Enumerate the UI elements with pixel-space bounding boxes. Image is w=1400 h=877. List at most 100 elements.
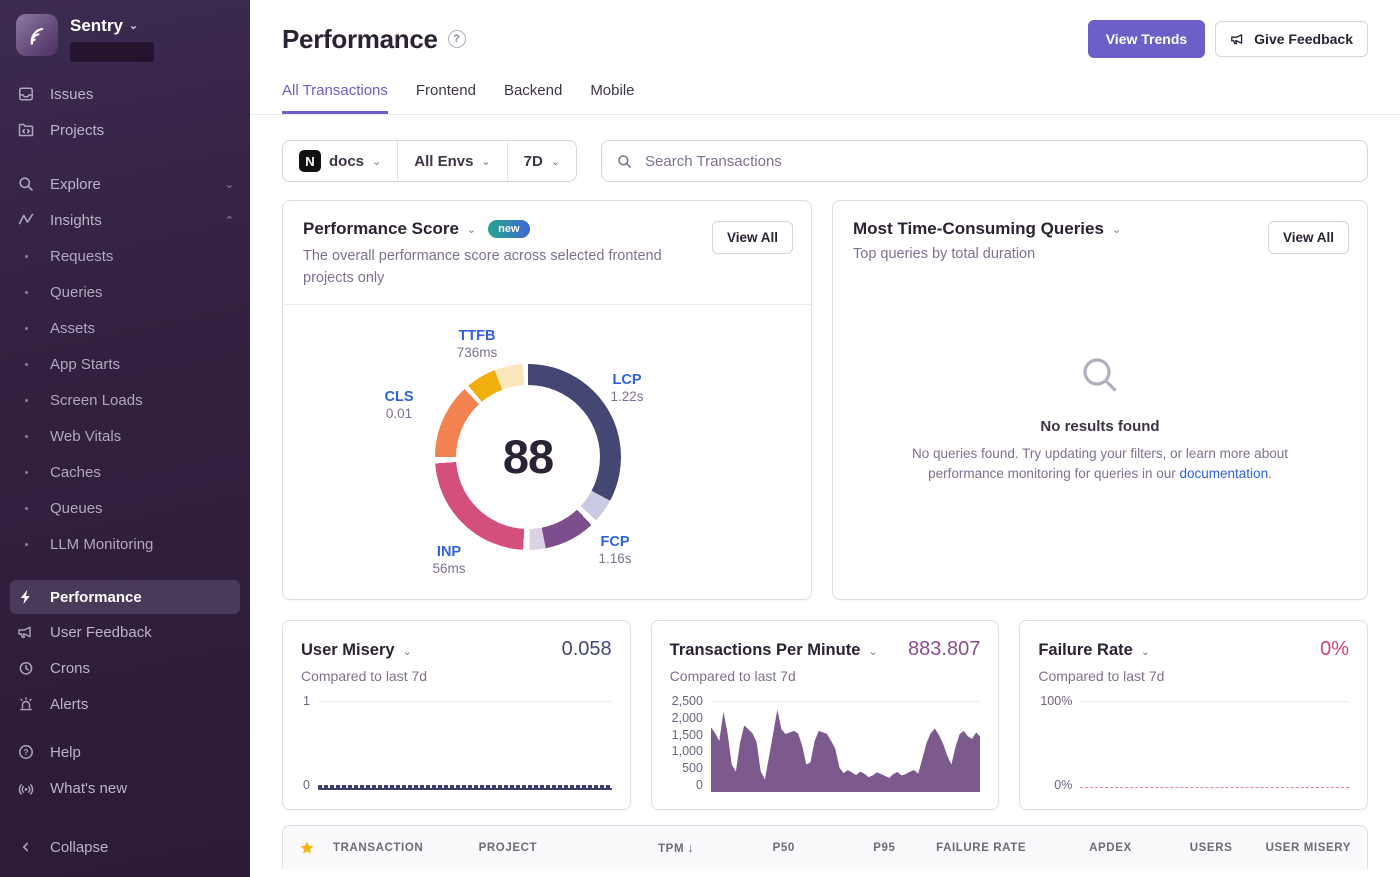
sidebar-item-explore[interactable]: Explore ⌄ [0,166,250,202]
failure-rate-value: 0% [1320,638,1349,661]
sidebar-item-llm-monitoring[interactable]: LLM Monitoring [0,526,250,562]
sidebar-item-crons[interactable]: Crons [0,650,250,686]
y-tick: 0 [303,778,310,792]
y-tick: 2,500 [672,694,703,708]
siren-icon [16,695,36,713]
score-donut[interactable]: 88 [435,364,621,550]
bullet-icon [16,291,36,294]
tpm-area-series [711,694,980,792]
sidebar-item-projects[interactable]: Projects [0,112,250,148]
page-header: Performance ? View Trends Give Feedback [282,0,1368,58]
sidebar-item-label: Explore [50,176,101,193]
vital-inp[interactable]: INP 56ms [432,543,465,578]
column-header-tpm[interactable]: TPM↓ [589,840,694,855]
performance-score-view-all-button[interactable]: View All [712,221,793,254]
sidebar-item-user-feedback[interactable]: User Feedback [0,614,250,650]
sidebar-item-insights[interactable]: Insights ⌃ [0,202,250,238]
star-column-header[interactable] [299,840,333,856]
svg-text:?: ? [23,747,28,757]
environment-filter-dropdown[interactable]: All Envs ⌄ [397,141,506,181]
search-icon [16,175,36,193]
sidebar-item-queries[interactable]: Queries [0,274,250,310]
date-range-dropdown[interactable]: 7D ⌄ [507,141,576,181]
compare-caption: Compared to last 7d [301,668,612,684]
tab-frontend[interactable]: Frontend [416,82,476,114]
vital-lcp[interactable]: LCP 1.22s [610,371,643,406]
give-feedback-label: Give Feedback [1254,31,1353,47]
sidebar-item-label: Requests [50,248,113,265]
projects-icon [16,121,36,139]
insights-icon [16,211,36,229]
chevron-down-icon[interactable]: ⌄ [868,645,877,658]
time-consuming-queries-card: Most Time-Consuming Queries ⌄ Top querie… [832,200,1368,600]
sidebar-item-web-vitals[interactable]: Web Vitals [0,418,250,454]
give-feedback-button[interactable]: Give Feedback [1215,21,1368,57]
y-tick: 500 [682,761,703,775]
sidebar-item-caches[interactable]: Caches [0,454,250,490]
sidebar-item-screen-loads[interactable]: Screen Loads [0,382,250,418]
failure-rate-chart: 100% 0% [1038,694,1349,792]
column-header-p95[interactable]: P95 [796,842,896,854]
search-transactions-input[interactable] [643,152,1353,171]
vital-cls[interactable]: CLS 0.01 [385,388,414,423]
sidebar-item-issues[interactable]: Issues [0,76,250,112]
gridline [318,701,612,702]
sidebar-item-label: LLM Monitoring [50,536,153,553]
chevron-down-icon[interactable]: ⌄ [1112,223,1121,236]
user-misery-value: 0.058 [562,638,612,661]
search-transactions-box[interactable] [601,140,1368,182]
megaphone-icon [1230,31,1246,47]
sidebar-item-queues[interactable]: Queues [0,490,250,526]
column-header-p50[interactable]: P50 [695,842,795,854]
app-window: Sentry ⌄ Issues [0,0,1400,877]
sidebar-item-label: Help [50,744,81,761]
sort-desc-icon: ↓ [687,840,694,855]
tpm-card: Transactions Per Minute ⌄ 883.807 Compar… [651,620,1000,810]
sidebar-item-help[interactable]: ? Help [0,734,250,770]
column-header-users[interactable]: USERS [1132,842,1232,854]
sentry-logo-icon [16,14,58,56]
chevron-down-icon[interactable]: ⌄ [467,223,476,236]
column-header-user-misery[interactable]: USER MISERY [1233,842,1351,854]
bullet-icon [16,399,36,402]
sidebar-item-performance[interactable]: Performance [10,580,240,614]
sidebar-item-label: User Feedback [50,624,152,641]
issues-icon [16,85,36,103]
vital-ttfb[interactable]: TTFB 736ms [457,327,498,362]
sidebar-item-requests[interactable]: Requests [0,238,250,274]
tab-backend[interactable]: Backend [504,82,562,114]
column-header-failure-rate[interactable]: FAILURE RATE [896,842,1026,854]
sidebar-item-label: Caches [50,464,101,481]
chevron-down-icon: ⌄ [129,19,138,32]
bullet-icon [16,435,36,438]
sidebar-collapse-button[interactable]: Collapse [0,829,250,865]
chevron-up-icon: ⌃ [225,214,234,227]
column-header-transaction[interactable]: TRANSACTION [333,842,478,854]
tab-mobile[interactable]: Mobile [590,82,634,114]
view-trends-button[interactable]: View Trends [1088,20,1205,58]
org-switcher[interactable]: Sentry ⌄ [0,14,250,62]
chevron-down-icon[interactable]: ⌄ [403,645,412,658]
column-header-apdex[interactable]: APDEX [1027,842,1132,854]
column-header-project[interactable]: PROJECT [479,842,589,854]
user-misery-title: User Misery [301,641,395,660]
sidebar-item-assets[interactable]: Assets [0,310,250,346]
queries-view-all-button[interactable]: View All [1268,221,1349,254]
vital-fcp[interactable]: FCP 1.16s [598,533,631,568]
queries-empty-state: No results found No queries found. Try u… [833,351,1367,483]
y-tick: 1 [303,694,310,708]
project-filter-value: docs [329,153,364,170]
performance-score-title: Performance Score [303,219,459,239]
tab-divider [250,114,1400,115]
chevron-down-icon[interactable]: ⌄ [1141,645,1150,658]
sidebar-item-app-starts[interactable]: App Starts [0,346,250,382]
search-icon [616,153,633,170]
project-filter-dropdown[interactable]: N docs ⌄ [283,141,397,181]
sidebar-item-whats-new[interactable]: What's new [0,770,250,806]
tab-all-transactions[interactable]: All Transactions [282,82,388,114]
sidebar-item-alerts[interactable]: Alerts [0,686,250,722]
page-help-icon[interactable]: ? [448,30,466,48]
brand-name: Sentry [70,16,123,36]
sidebar-item-label: Assets [50,320,95,337]
documentation-link[interactable]: documentation [1180,466,1269,481]
